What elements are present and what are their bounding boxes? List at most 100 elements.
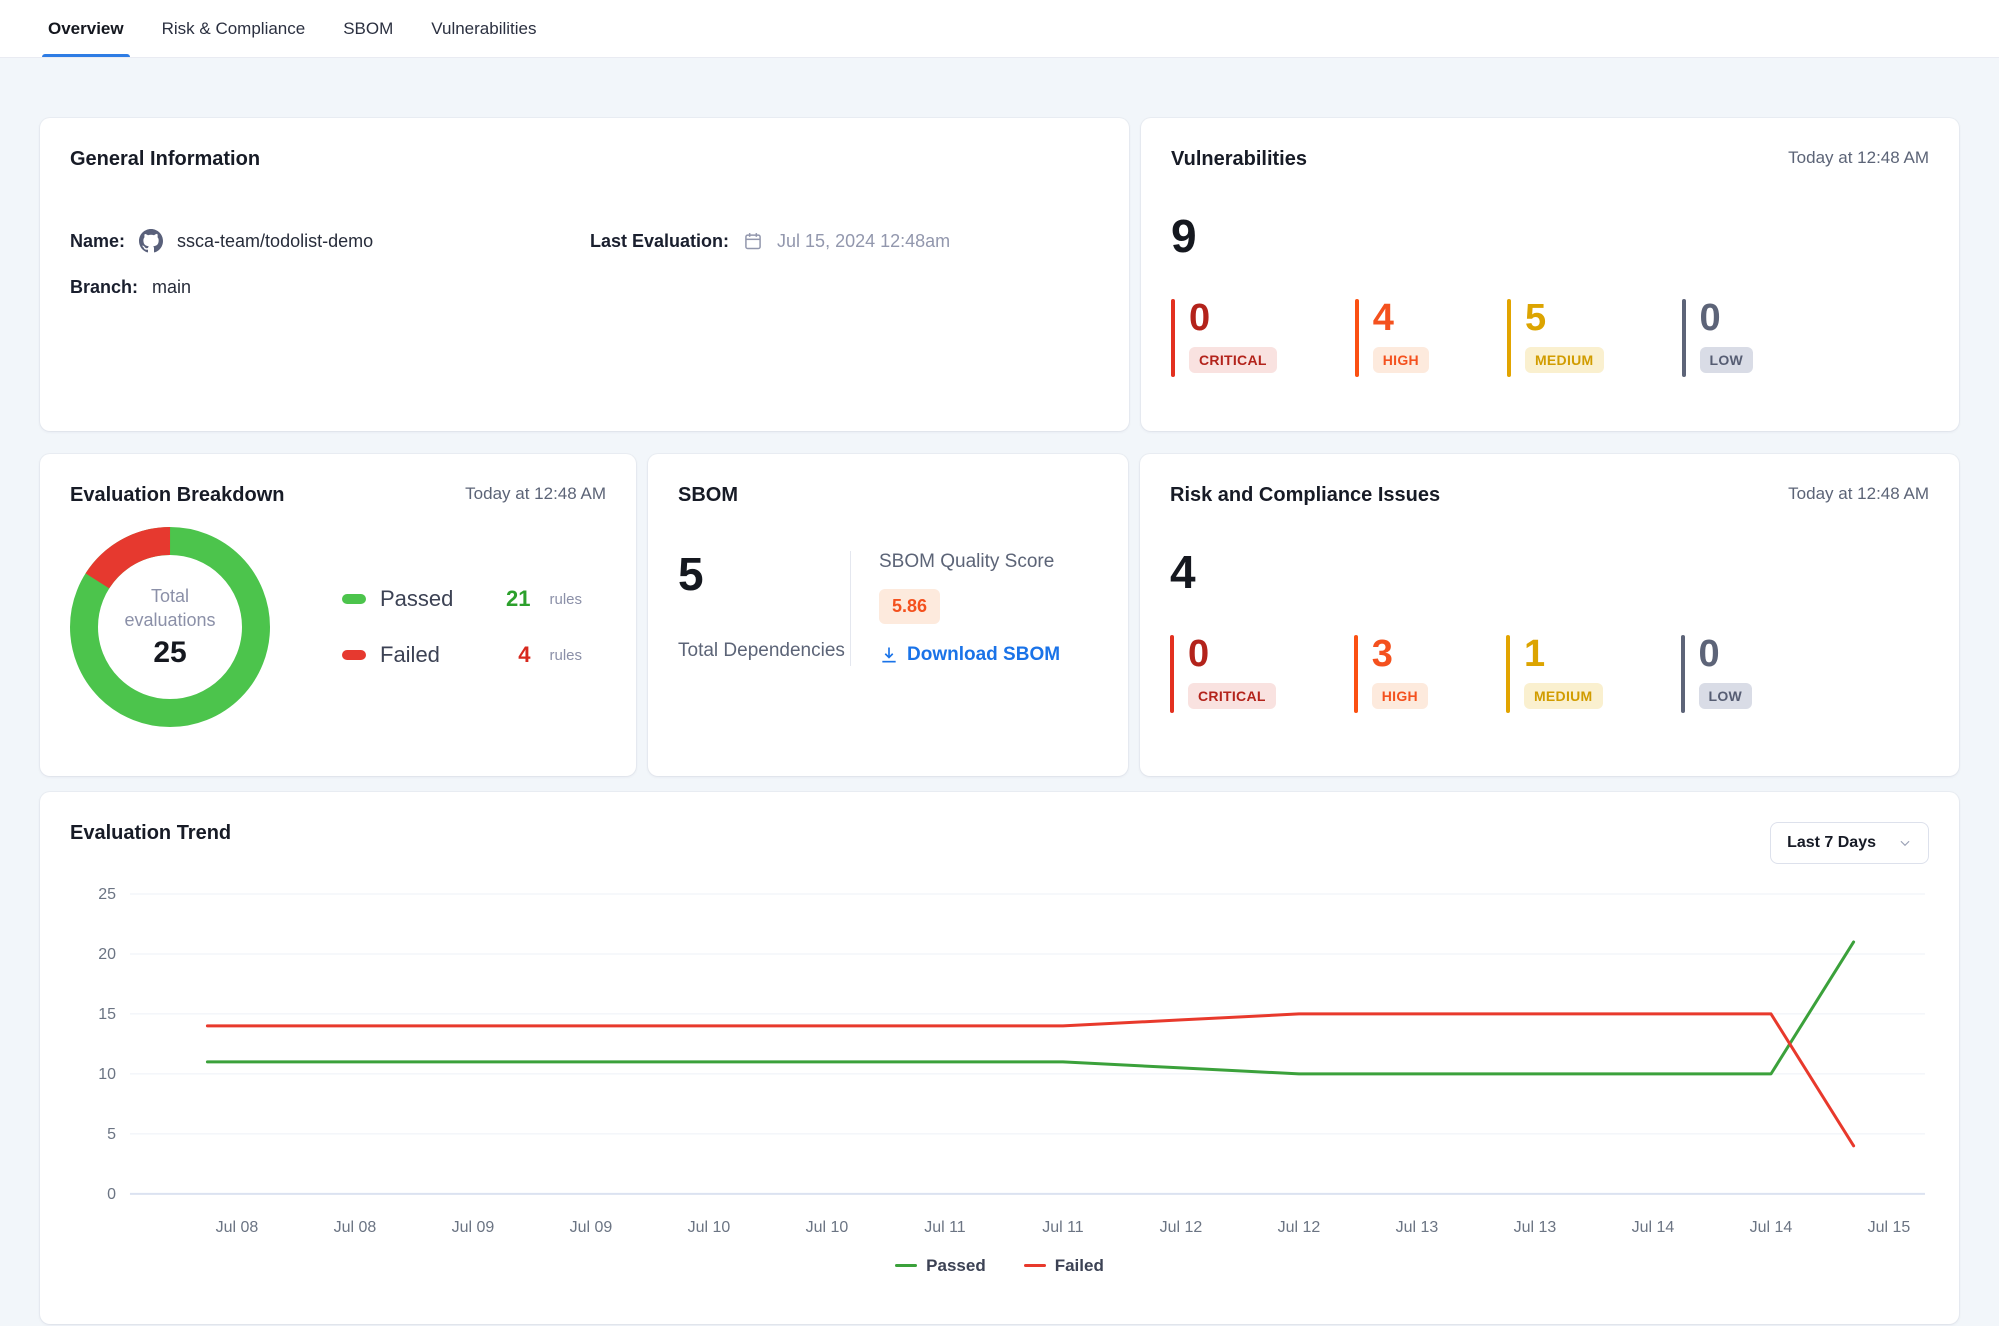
svg-text:Jul 13: Jul 13 bbox=[1396, 1219, 1439, 1236]
total-dependencies-value: 5 bbox=[678, 551, 850, 597]
name-label: Name: bbox=[70, 231, 125, 252]
svg-text:Jul 08: Jul 08 bbox=[216, 1219, 259, 1236]
severity-bar bbox=[1354, 635, 1358, 713]
severity-bar bbox=[1507, 299, 1511, 377]
severity-medium: 5 MEDIUM bbox=[1507, 299, 1604, 377]
svg-text:10: 10 bbox=[98, 1066, 116, 1083]
severity-bar bbox=[1171, 299, 1175, 377]
severity-badge: MEDIUM bbox=[1524, 683, 1603, 709]
svg-text:Jul 14: Jul 14 bbox=[1632, 1219, 1675, 1236]
trend-legend-failed-label: Failed bbox=[1055, 1256, 1104, 1276]
severity-critical: 0 CRITICAL bbox=[1170, 635, 1276, 713]
sbom-card: SBOM 5 Total Dependencies SBOM Quality S… bbox=[648, 454, 1128, 776]
download-icon bbox=[879, 645, 899, 665]
severity-count: 0 bbox=[1700, 299, 1754, 337]
evaluation-breakdown-timestamp: Today at 12:48 AM bbox=[465, 484, 606, 504]
tab-bar: Overview Risk & Compliance SBOM Vulnerab… bbox=[0, 0, 1999, 58]
tab-vulnerabilities[interactable]: Vulnerabilities bbox=[431, 0, 536, 57]
severity-count: 1 bbox=[1524, 635, 1603, 673]
severity-count: 0 bbox=[1699, 635, 1753, 673]
sbom-quality-score-label: SBOM Quality Score bbox=[879, 551, 1060, 573]
failed-swatch-icon bbox=[342, 650, 366, 660]
vulnerabilities-card: Vulnerabilities Today at 12:48 AM 9 0 CR… bbox=[1141, 118, 1959, 431]
evaluation-breakdown-title: Evaluation Breakdown bbox=[70, 484, 285, 507]
severity-low: 0 LOW bbox=[1681, 635, 1753, 713]
failed-unit: rules bbox=[549, 647, 582, 664]
svg-text:5: 5 bbox=[107, 1126, 116, 1143]
last-evaluation-value: Jul 15, 2024 12:48am bbox=[777, 231, 950, 252]
svg-text:Jul 14: Jul 14 bbox=[1750, 1219, 1793, 1236]
trend-chart-legend: Passed Failed bbox=[70, 1256, 1929, 1276]
severity-critical: 0 CRITICAL bbox=[1171, 299, 1277, 377]
severity-bar bbox=[1681, 635, 1685, 713]
branch-label: Branch: bbox=[70, 277, 138, 298]
evaluation-trend-card: Evaluation Trend Last 7 Days 0510152025J… bbox=[40, 792, 1959, 1324]
total-dependencies-label: Total Dependencies bbox=[678, 637, 850, 665]
download-sbom-label: Download SBOM bbox=[907, 644, 1060, 666]
severity-bar bbox=[1170, 635, 1174, 713]
severity-count: 0 bbox=[1189, 299, 1277, 337]
vulnerabilities-total: 9 bbox=[1171, 213, 1929, 259]
severity-count: 5 bbox=[1525, 299, 1604, 337]
svg-text:Jul 11: Jul 11 bbox=[1042, 1219, 1084, 1236]
last-evaluation-label: Last Evaluation: bbox=[590, 231, 729, 252]
tab-sbom[interactable]: SBOM bbox=[343, 0, 393, 57]
severity-count: 0 bbox=[1188, 635, 1276, 673]
severity-medium: 1 MEDIUM bbox=[1506, 635, 1603, 713]
severity-badge: MEDIUM bbox=[1525, 347, 1604, 373]
time-range-select[interactable]: Last 7 Days bbox=[1770, 822, 1929, 864]
passed-count: 21 bbox=[506, 586, 530, 612]
donut-center-label: Total evaluations bbox=[110, 584, 230, 633]
evaluations-donut-chart: Total evaluations 25 bbox=[70, 527, 270, 727]
svg-text:25: 25 bbox=[98, 886, 116, 903]
passed-swatch-icon bbox=[342, 594, 366, 604]
svg-text:Jul 10: Jul 10 bbox=[688, 1219, 731, 1236]
svg-text:0: 0 bbox=[107, 1186, 116, 1203]
trend-legend-passed-label: Passed bbox=[926, 1256, 986, 1276]
time-range-value: Last 7 Days bbox=[1787, 834, 1876, 852]
severity-low: 0 LOW bbox=[1682, 299, 1754, 377]
trend-legend-failed: Failed bbox=[1024, 1256, 1104, 1276]
vulnerabilities-title: Vulnerabilities bbox=[1171, 148, 1307, 171]
legend-passed: Passed 21 rules bbox=[342, 586, 582, 612]
tab-overview[interactable]: Overview bbox=[48, 0, 124, 57]
trend-legend-passed: Passed bbox=[895, 1256, 986, 1276]
severity-bar bbox=[1682, 299, 1686, 377]
svg-text:Jul 09: Jul 09 bbox=[570, 1219, 613, 1236]
calendar-icon bbox=[743, 231, 763, 251]
evaluation-breakdown-card: Evaluation Breakdown Today at 12:48 AM T… bbox=[40, 454, 636, 776]
risk-compliance-title: Risk and Compliance Issues bbox=[1170, 484, 1440, 507]
passed-line-swatch-icon bbox=[895, 1264, 917, 1267]
failed-label: Failed bbox=[380, 642, 440, 668]
svg-text:Jul 08: Jul 08 bbox=[334, 1219, 377, 1236]
vulnerabilities-timestamp: Today at 12:48 AM bbox=[1788, 148, 1929, 168]
severity-bar bbox=[1355, 299, 1359, 377]
severity-high: 4 HIGH bbox=[1355, 299, 1429, 377]
divider bbox=[850, 551, 851, 666]
github-icon bbox=[139, 229, 163, 253]
severity-badge: CRITICAL bbox=[1189, 347, 1277, 373]
severity-count: 3 bbox=[1372, 635, 1428, 673]
evaluation-trend-title: Evaluation Trend bbox=[70, 822, 231, 845]
svg-text:Jul 15: Jul 15 bbox=[1868, 1219, 1911, 1236]
repo-name-value: ssca-team/todolist-demo bbox=[177, 231, 373, 252]
svg-text:15: 15 bbox=[98, 1006, 116, 1023]
sbom-title: SBOM bbox=[678, 484, 738, 507]
failed-line-swatch-icon bbox=[1024, 1264, 1046, 1267]
severity-badge: LOW bbox=[1700, 347, 1754, 373]
severity-count: 4 bbox=[1373, 299, 1429, 337]
svg-text:Jul 10: Jul 10 bbox=[806, 1219, 849, 1236]
trend-line-chart: 0510152025Jul 08Jul 08Jul 09Jul 09Jul 10… bbox=[70, 878, 1929, 1246]
severity-high: 3 HIGH bbox=[1354, 635, 1428, 713]
severity-badge: HIGH bbox=[1372, 683, 1428, 709]
dashboard-content: General Information Name: ssca-team/todo… bbox=[0, 118, 1999, 1324]
tab-risk-compliance[interactable]: Risk & Compliance bbox=[162, 0, 306, 57]
severity-badge: CRITICAL bbox=[1188, 683, 1276, 709]
passed-label: Passed bbox=[380, 586, 453, 612]
severity-badge: LOW bbox=[1699, 683, 1753, 709]
svg-text:Jul 12: Jul 12 bbox=[1160, 1219, 1203, 1236]
download-sbom-link[interactable]: Download SBOM bbox=[879, 644, 1060, 666]
risk-compliance-total: 4 bbox=[1170, 549, 1929, 595]
risk-compliance-timestamp: Today at 12:48 AM bbox=[1788, 484, 1929, 504]
severity-badge: HIGH bbox=[1373, 347, 1429, 373]
